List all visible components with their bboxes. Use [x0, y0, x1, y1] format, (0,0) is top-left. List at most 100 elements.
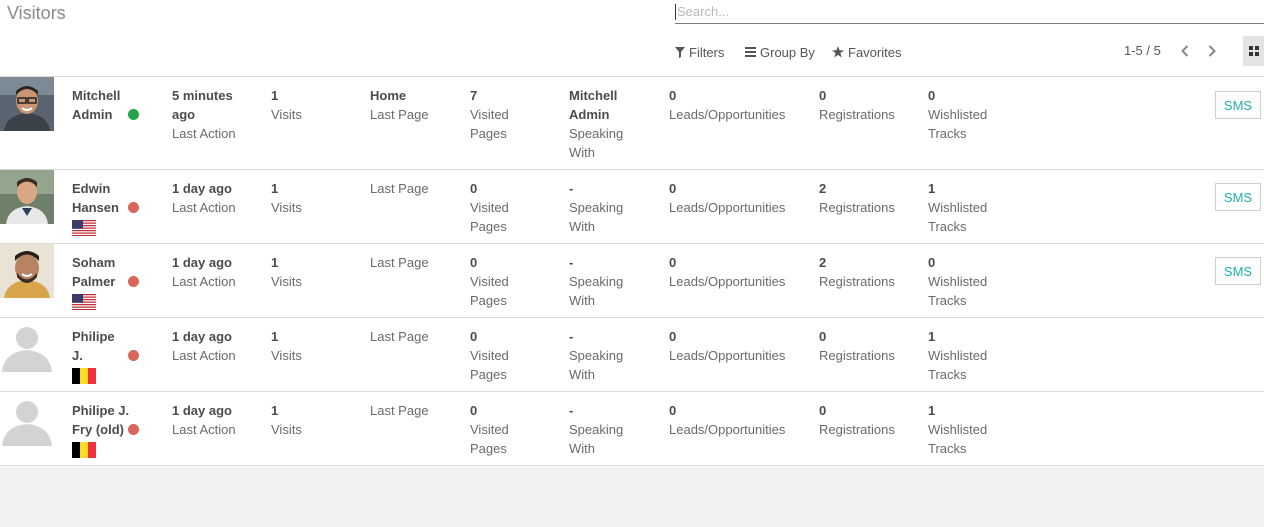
- registrations-label: Registrations: [819, 348, 895, 363]
- speaking-with-value: -: [569, 181, 574, 196]
- pager-previous-button[interactable]: [1178, 42, 1192, 60]
- speaking-with-value: Mitchell: [569, 88, 618, 103]
- wishlisted-label: Tracks: [928, 367, 967, 382]
- leads-value: 0: [669, 88, 677, 103]
- wishlisted-label: Tracks: [928, 441, 967, 456]
- visits-label: Visits: [271, 200, 302, 215]
- visitor-name-line: Mitchell: [72, 88, 121, 103]
- last-page-value: Home: [370, 88, 407, 103]
- visitor-name-line: Hansen: [72, 200, 119, 215]
- visitor-row[interactable]: Soham Palmer 1 day ago Last Action 1 Vis…: [0, 244, 1264, 318]
- visitor-row[interactable]: Edwin Hansen 1 day ago Last Action 1 Vis…: [0, 170, 1264, 244]
- visitor-name-line: Edwin: [72, 181, 111, 196]
- visited-pages-value: 0: [470, 403, 478, 418]
- visits-label: Visits: [271, 348, 302, 363]
- visited-pages-label: Visited: [470, 348, 509, 363]
- group-by-button[interactable]: Group By: [745, 43, 815, 61]
- wishlisted-label: Wishlisted: [928, 274, 988, 289]
- last-action-value: ago: [172, 107, 196, 122]
- leads-value: 0: [669, 403, 677, 418]
- visited-pages-label: Visited: [470, 422, 509, 437]
- visits-label: Visits: [271, 107, 302, 122]
- group-by-label: Group By: [760, 44, 815, 60]
- visited-pages-label: Pages: [470, 441, 507, 456]
- visited-pages-label: Pages: [470, 293, 507, 308]
- chevron-left-icon: [1181, 45, 1189, 57]
- registrations-label: Registrations: [819, 422, 895, 437]
- leads-label: Leads/Opportunities: [669, 422, 786, 437]
- offline-status-dot: [128, 202, 139, 213]
- visitor-row[interactable]: Philipe J. Fry 1 day ago Last Action 1 V…: [0, 318, 1264, 392]
- visitor-name-line: Philipe J.: [72, 403, 130, 418]
- offline-status-dot: [128, 276, 139, 287]
- sms-button[interactable]: SMS: [1215, 183, 1261, 211]
- wishlisted-value: 1: [928, 181, 936, 196]
- visited-pages-label: Pages: [470, 219, 507, 234]
- wishlisted-label: Wishlisted: [928, 200, 988, 215]
- offline-status-dot: [128, 350, 139, 361]
- pager-next-button[interactable]: [1205, 42, 1219, 60]
- registrations-value: 2: [819, 255, 827, 270]
- last-page-label: Last Page: [370, 329, 429, 344]
- search-bar[interactable]: [675, 0, 1264, 24]
- speaking-with-label: With: [569, 367, 595, 382]
- speaking-with-value: Admin: [569, 107, 610, 122]
- list-icon: [745, 47, 756, 57]
- sms-button[interactable]: SMS: [1215, 257, 1261, 285]
- visitor-name-line: Philipe J.: [72, 329, 115, 363]
- registrations-value: 2: [819, 181, 827, 196]
- visited-pages-value: 0: [470, 255, 478, 270]
- speaking-with-label: Speaking: [569, 422, 624, 437]
- wishlisted-value: 1: [928, 403, 936, 418]
- avatar: [0, 77, 54, 131]
- filters-label: Filters: [689, 44, 725, 60]
- visitor-row[interactable]: Philipe J. Fry (old) 1 day ago Last Acti…: [0, 392, 1264, 466]
- speaking-with-label: With: [569, 219, 595, 234]
- favorites-label: Favorites: [848, 44, 902, 60]
- leads-value: 0: [669, 181, 677, 196]
- chevron-right-icon: [1208, 45, 1216, 57]
- visited-pages-label: Visited: [470, 107, 509, 122]
- visitor-row[interactable]: Mitchell Admin 5 minutes ago Last Action…: [0, 77, 1264, 170]
- grid-icon: [1248, 46, 1259, 56]
- last-action-label: Last Action: [172, 348, 236, 363]
- wishlisted-label: Wishlisted: [928, 422, 988, 437]
- leads-label: Leads/Opportunities: [669, 274, 786, 289]
- visits-value: 1: [271, 403, 279, 418]
- wishlisted-label: Wishlisted: [928, 107, 988, 122]
- leads-label: Leads/Opportunities: [669, 348, 786, 363]
- visited-pages-value: 0: [470, 329, 478, 344]
- speaking-with-label: Speaking: [569, 126, 624, 141]
- leads-value: 0: [669, 255, 677, 270]
- last-page-label: Last Page: [370, 181, 429, 196]
- visited-pages-label: Visited: [470, 274, 509, 289]
- pager-value[interactable]: 1-5 / 5: [1124, 43, 1161, 58]
- visits-value: 1: [271, 181, 279, 196]
- leads-value: 0: [669, 329, 677, 344]
- belgium-flag-icon: [72, 368, 96, 384]
- default-avatar-icon: [0, 392, 54, 446]
- text-cursor: [675, 4, 676, 20]
- registrations-value: 0: [819, 88, 827, 103]
- sms-button[interactable]: SMS: [1215, 91, 1261, 119]
- speaking-with-label: Speaking: [569, 274, 624, 289]
- visitor-name-line: Palmer: [72, 274, 116, 289]
- visited-pages-value: 0: [470, 181, 478, 196]
- last-page-label: Last Page: [370, 403, 429, 418]
- wishlisted-label: Tracks: [928, 219, 967, 234]
- registrations-label: Registrations: [819, 200, 895, 215]
- filters-button[interactable]: Filters: [675, 43, 724, 61]
- favorites-button[interactable]: Favorites: [832, 43, 901, 61]
- wishlisted-label: Wishlisted: [928, 348, 988, 363]
- filter-icon: [675, 46, 685, 58]
- visited-pages-label: Pages: [470, 367, 507, 382]
- last-action-value: 1 day ago: [172, 329, 232, 344]
- default-avatar-icon: [0, 318, 54, 372]
- visitor-name-line: Soham: [72, 255, 116, 270]
- star-icon: [832, 46, 844, 58]
- wishlisted-value: 1: [928, 329, 936, 344]
- speaking-with-label: With: [569, 441, 595, 456]
- kanban-view-button[interactable]: [1243, 36, 1264, 66]
- search-input[interactable]: [675, 0, 1264, 22]
- visits-value: 1: [271, 255, 279, 270]
